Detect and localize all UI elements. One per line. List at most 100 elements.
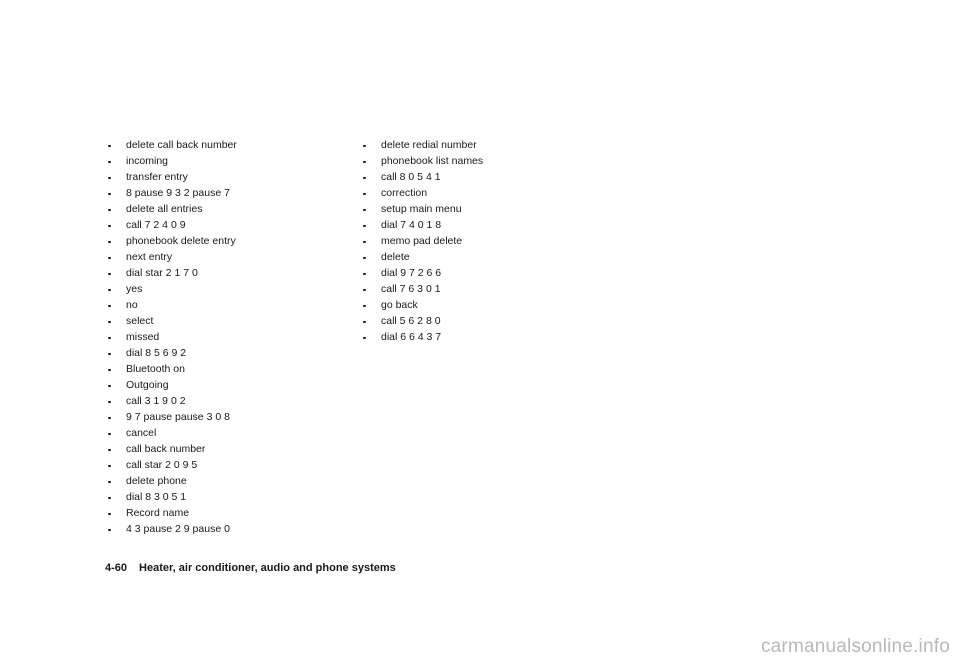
list-item-label: delete [381,251,410,263]
bullet-icon [108,240,111,244]
list-item-label: next entry [126,251,173,263]
bullet-icon [108,480,111,484]
list-item: call 7 2 4 0 9 [100,218,350,233]
bullet-icon [363,272,366,276]
bullet-icon [108,496,111,500]
list-item-label: dial star 2 1 7 0 [126,267,198,279]
bullet-icon [108,160,111,164]
list-item: no [100,298,350,313]
bullet-icon [363,176,366,180]
list-item: 8 pause 9 3 2 pause 7 [100,186,350,201]
bullet-icon [363,288,366,292]
list-item-label: call 5 6 2 8 0 [381,315,441,327]
list-item: call 8 0 5 4 1 [355,170,605,185]
list-item: go back [355,298,605,313]
list-item-label: dial 8 3 0 5 1 [126,491,187,503]
list-item: phonebook delete entry [100,234,350,249]
list-item: delete phone [100,474,350,489]
list-item-label: phonebook delete entry [126,235,236,247]
list-item-label: dial 9 7 2 6 6 [381,267,442,279]
bullet-icon [108,288,111,292]
bullet-icon [363,192,366,196]
bullet-icon [363,256,366,260]
right-bullet-list: delete redial number phonebook list name… [355,138,605,345]
page-number: 4-60 [105,562,128,574]
bullet-icon [108,272,111,276]
list-item: call 5 6 2 8 0 [355,314,605,329]
list-item-label: Record name [126,507,190,519]
bullet-icon [108,528,111,532]
list-item-label: call 8 0 5 4 1 [381,171,441,183]
list-item: missed [100,330,350,345]
bullet-icon [108,464,111,468]
list-item: dial 6 6 4 3 7 [355,330,605,345]
bullet-icon [363,320,366,324]
list-item-label: 8 pause 9 3 2 pause 7 [126,187,230,199]
list-item-label: setup main menu [381,203,462,215]
list-item: dial 8 5 6 9 2 [100,346,350,361]
list-item: dial 8 3 0 5 1 [100,490,350,505]
chapter-title: Heater, air conditioner, audio and phone… [139,562,396,574]
bullet-icon [108,192,111,196]
list-item-label: transfer entry [126,171,188,183]
document-page: delete call back number incoming transfe… [0,0,960,664]
list-item-label: delete all entries [126,203,203,215]
list-item: delete redial number [355,138,605,153]
list-item: call star 2 0 9 5 [100,458,350,473]
list-item-label: call back number [126,443,206,455]
bullet-icon [363,304,366,308]
list-item-label: dial 7 4 0 1 8 [381,219,442,231]
list-item-label: delete phone [126,475,187,487]
list-item-label: call 7 2 4 0 9 [126,219,186,231]
list-item-label: cancel [126,427,157,439]
list-item: next entry [100,250,350,265]
bullet-icon [108,416,111,420]
list-item-label: call 7 6 3 0 1 [381,283,441,295]
list-item: phonebook list names [355,154,605,169]
list-item: Outgoing [100,378,350,393]
list-item-label: delete redial number [381,139,477,151]
list-item-label: missed [126,331,160,343]
list-item: 9 7 pause pause 3 0 8 [100,410,350,425]
list-item: call 3 1 9 0 2 [100,394,350,409]
bullet-icon [108,176,111,180]
list-item: 4 3 pause 2 9 pause 0 [100,522,350,537]
bullet-icon [363,160,366,164]
list-item: call back number [100,442,350,457]
bullet-icon [108,368,111,372]
list-item-label: yes [126,283,143,295]
list-item-label: dial 6 6 4 3 7 [381,331,442,343]
list-item: cancel [100,426,350,441]
list-item: memo pad delete [355,234,605,249]
list-item-label: Bluetooth on [126,363,185,375]
list-item: Record name [100,506,350,521]
list-item: correction [355,186,605,201]
bullet-icon [363,144,366,148]
right-column: delete redial number phonebook list name… [355,138,605,346]
bullet-icon [363,336,366,340]
list-item: delete [355,250,605,265]
list-item-label: 4 3 pause 2 9 pause 0 [126,523,230,535]
left-bullet-list: delete call back number incoming transfe… [100,138,350,537]
list-item: dial 9 7 2 6 6 [355,266,605,281]
bullet-icon [108,352,111,356]
bullet-icon [108,448,111,452]
list-item: yes [100,282,350,297]
list-item-label: call star 2 0 9 5 [126,459,198,471]
list-item: Bluetooth on [100,362,350,377]
bullet-icon [108,512,111,516]
list-item-label: memo pad delete [381,235,463,247]
list-item: setup main menu [355,202,605,217]
bullet-icon [108,144,111,148]
bullet-icon [108,304,111,308]
list-item: delete call back number [100,138,350,153]
list-item-label: go back [381,299,418,311]
list-item: dial 7 4 0 1 8 [355,218,605,233]
list-item: call 7 6 3 0 1 [355,282,605,297]
list-item-label: call 3 1 9 0 2 [126,395,186,407]
list-item-label: 9 7 pause pause 3 0 8 [126,411,230,423]
page-footer: 4-60 Heater, air conditioner, audio and p… [105,562,396,574]
list-item-label: delete call back number [126,139,237,151]
bullet-icon [108,432,111,436]
list-item-label: incoming [126,155,169,167]
